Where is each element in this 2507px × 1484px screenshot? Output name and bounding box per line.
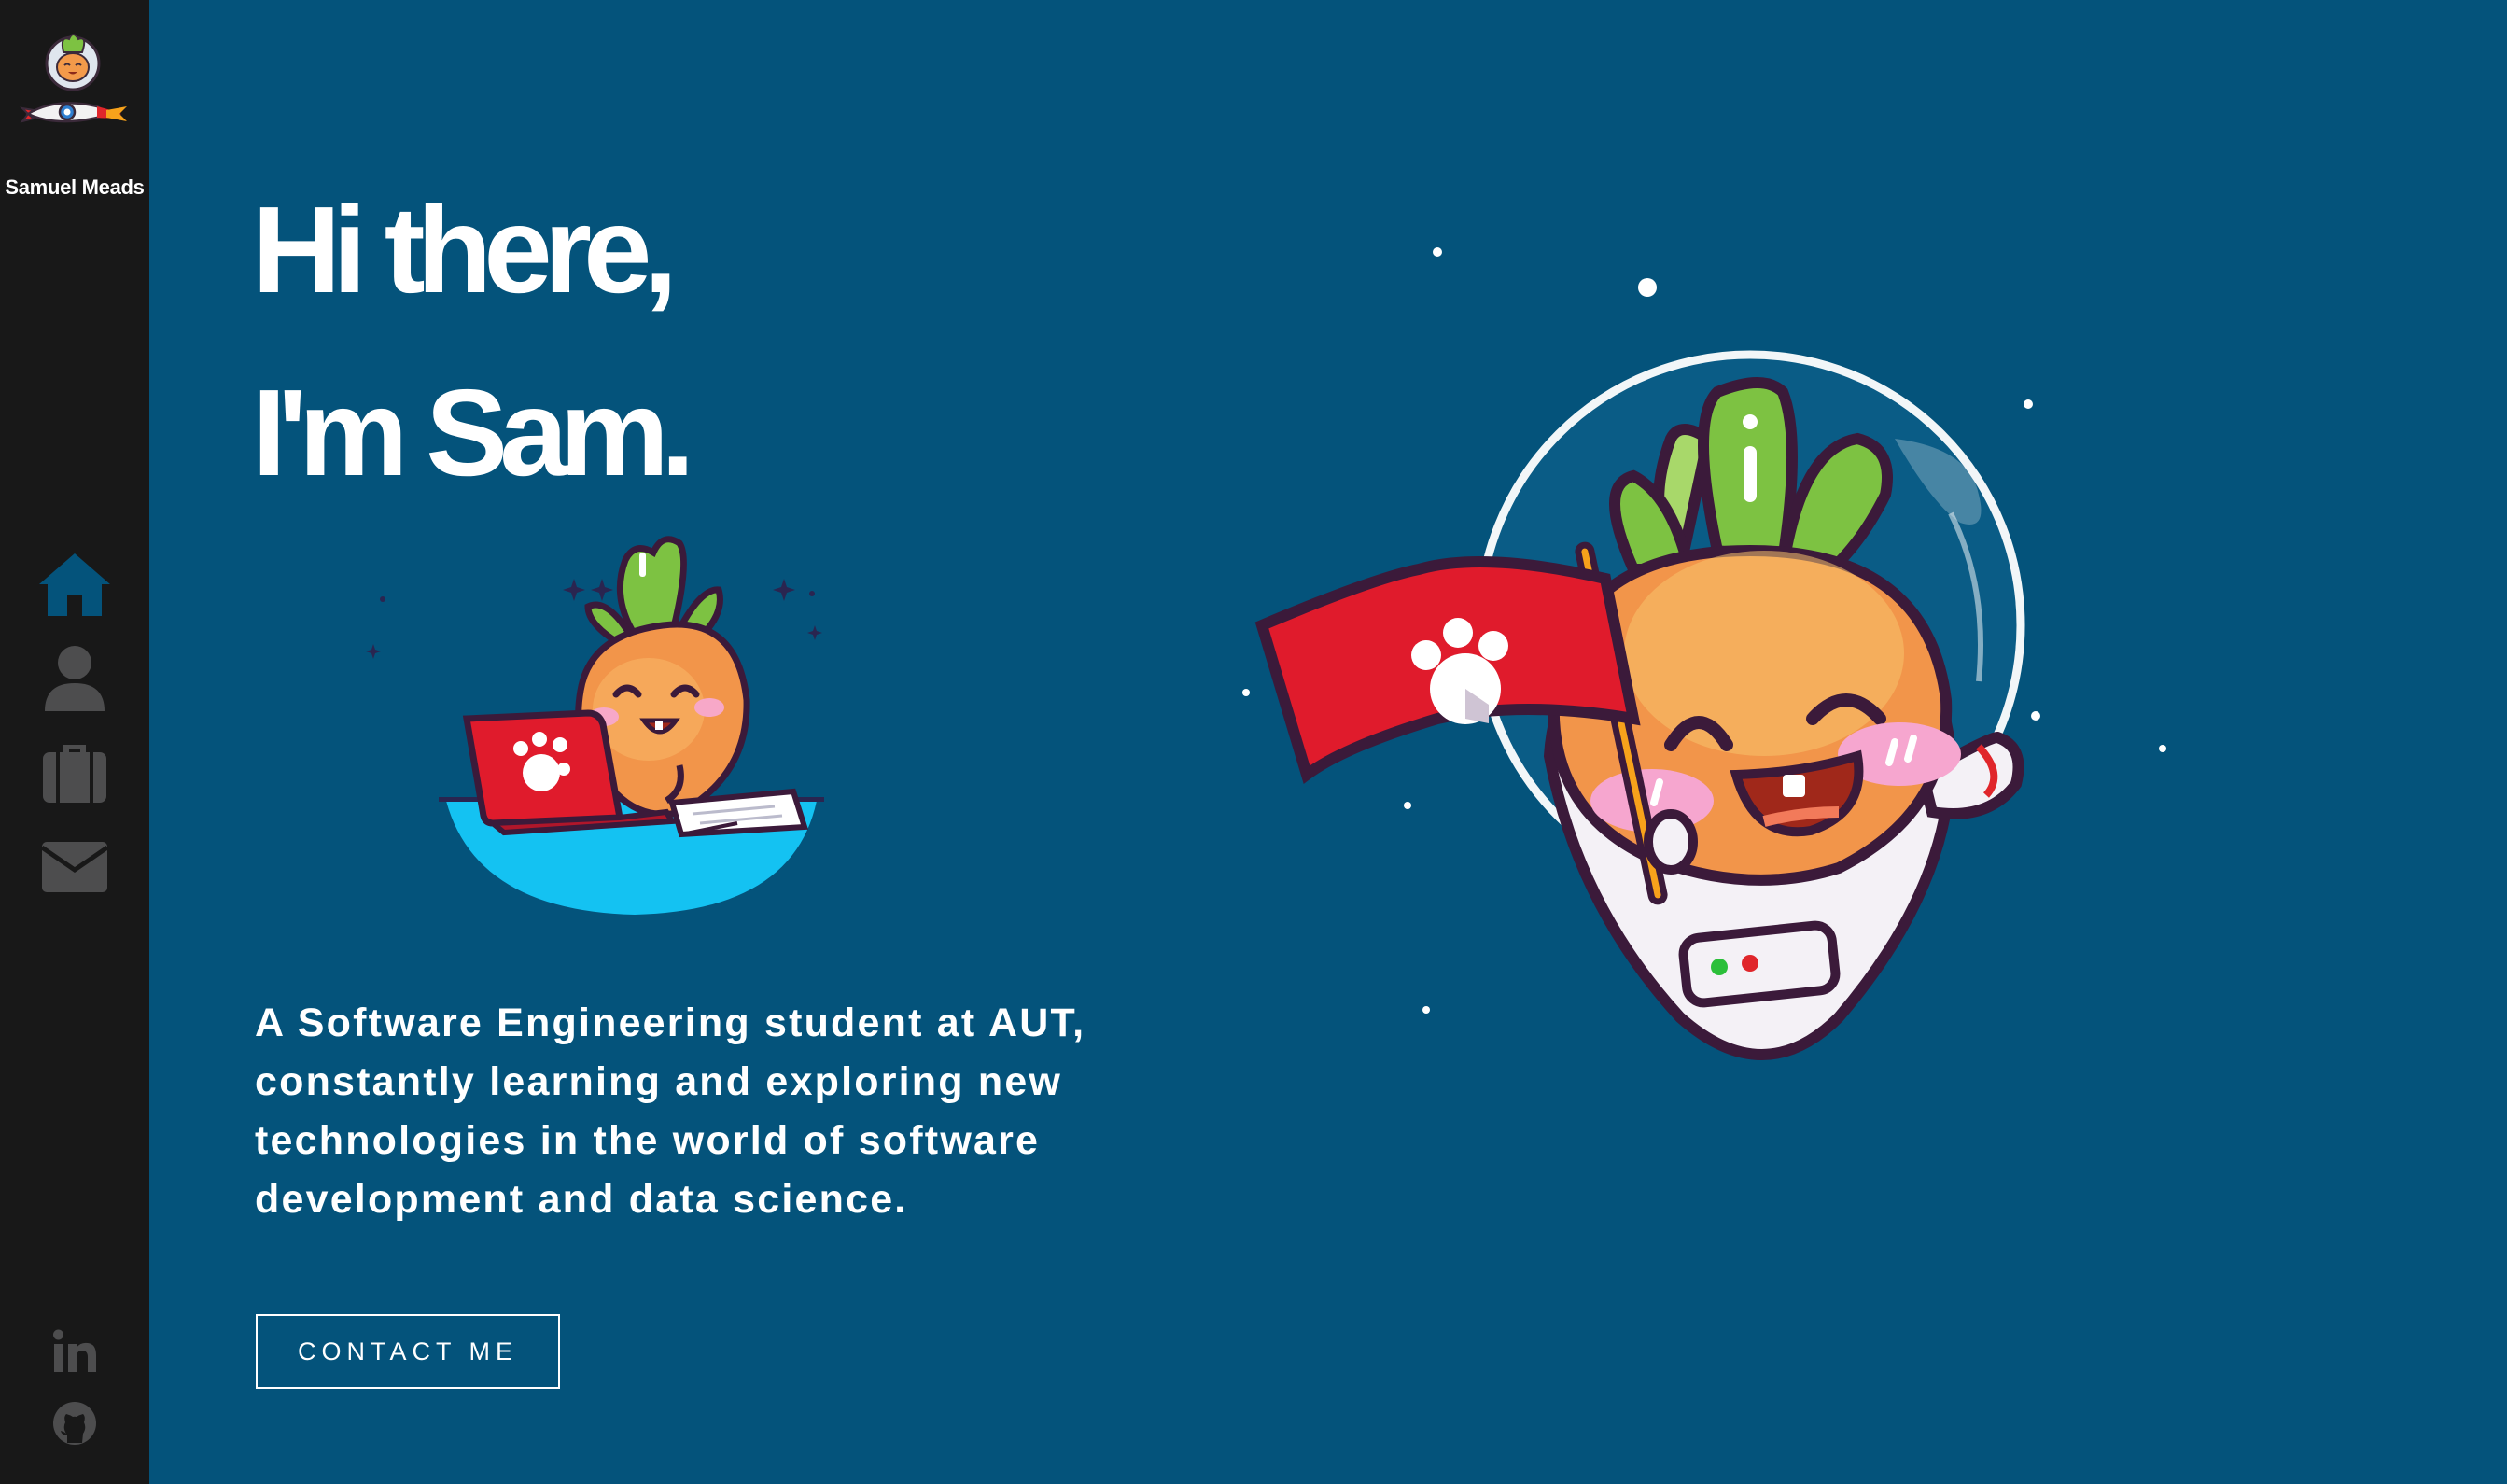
- envelope-icon: [40, 842, 109, 892]
- briefcase-icon: [43, 745, 106, 803]
- hero-section: Hi there, I'm Sam. A Software Engineerin…: [149, 0, 2507, 1484]
- nav-contact[interactable]: [0, 812, 149, 905]
- sidebar: Samuel Meads: [0, 0, 149, 1484]
- brand[interactable]: Samuel Meads: [0, 28, 149, 200]
- carrot-astronaut-illustration: [1242, 247, 2166, 1060]
- hero-description: A Software Engineering student at AUT, c…: [255, 1001, 1086, 1222]
- nav-home[interactable]: [0, 532, 149, 625]
- user-icon: [45, 646, 105, 711]
- github-icon: [53, 1402, 96, 1445]
- brand-name: Samuel Meads: [5, 175, 145, 199]
- hero-title: Hi there, I'm Sam.: [252, 159, 695, 525]
- nav-about[interactable]: [0, 625, 149, 719]
- github-link[interactable]: [0, 1389, 149, 1462]
- app: Samuel Meads Hi there, I'm Sam. A Softwa…: [0, 0, 2507, 1484]
- contact-me-button[interactable]: CONTACT ME: [256, 1314, 560, 1389]
- linkedin-icon: [53, 1329, 96, 1372]
- linkedin-link[interactable]: [0, 1316, 149, 1389]
- home-icon: [39, 553, 110, 616]
- social-links: [0, 1316, 149, 1462]
- main-nav: [0, 532, 149, 905]
- carrot-laptop-illustration: [366, 536, 824, 915]
- carrot-astronaut-logo[interactable]: [19, 28, 131, 140]
- hero-title-line1: Hi there,: [252, 181, 678, 318]
- nav-portfolio[interactable]: [0, 719, 149, 812]
